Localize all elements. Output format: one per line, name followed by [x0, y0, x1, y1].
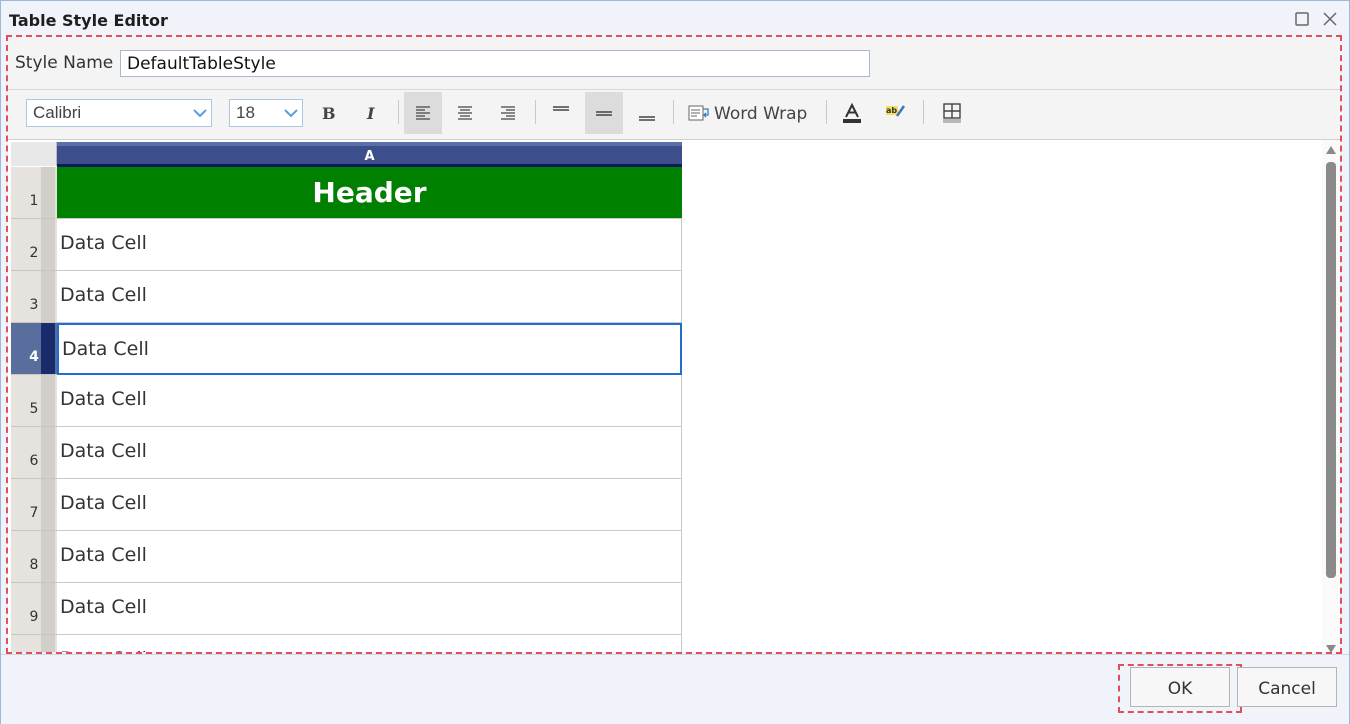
dialog-footer: OK Cancel — [1, 654, 1349, 724]
close-icon[interactable] — [1321, 10, 1339, 28]
window-title: Table Style Editor — [9, 11, 168, 30]
table-style-editor-window: Table Style Editor Style Name Calibri 18 — [0, 0, 1350, 724]
maximize-icon[interactable] — [1293, 10, 1311, 28]
cancel-button[interactable]: Cancel — [1237, 667, 1337, 707]
title-bar: Table Style Editor — [1, 1, 1349, 37]
ok-button[interactable]: OK — [1130, 667, 1230, 707]
focus-outline — [6, 35, 1342, 654]
